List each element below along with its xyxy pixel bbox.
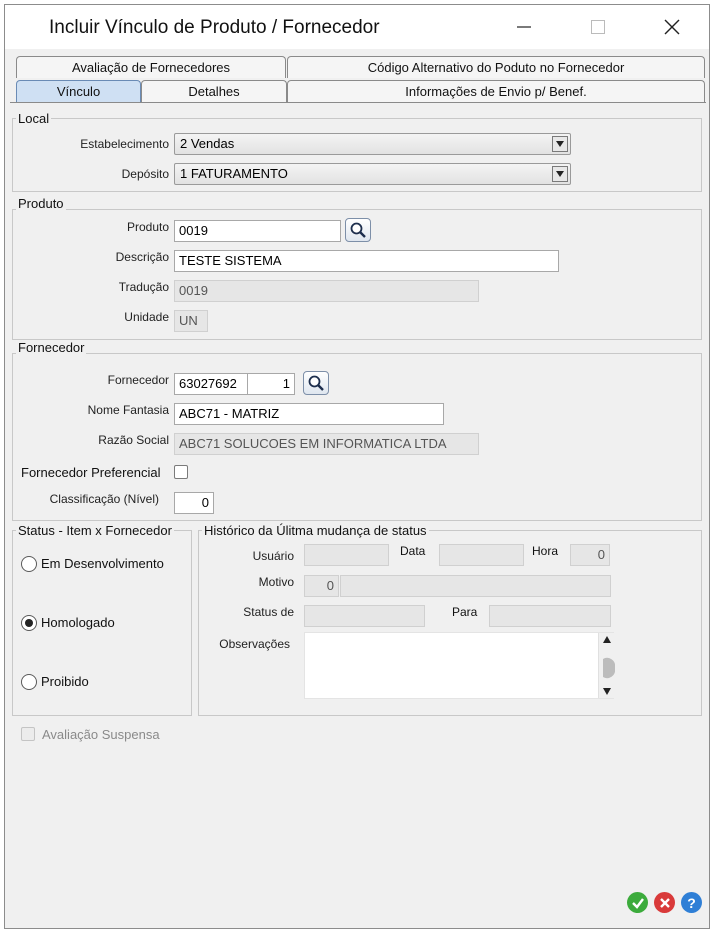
deposito-select[interactable]: 1 FATURAMENTO	[174, 163, 571, 185]
help-button[interactable]: ?	[681, 892, 702, 913]
radio-proibido-label: Proibido	[41, 674, 89, 689]
estabelecimento-value: 2 Vendas	[180, 136, 235, 151]
confirm-button[interactable]	[627, 892, 648, 913]
title-bar: Incluir Vínculo de Produto / Fornecedor	[5, 5, 709, 49]
usuario-label: Usuário	[252, 549, 294, 563]
fornecedor-lookup-button[interactable]	[303, 371, 329, 395]
radio-em-desenvolvimento[interactable]	[21, 556, 37, 572]
unidade-label: Unidade	[124, 310, 169, 324]
fornecedor-preferencial-checkbox[interactable]	[174, 465, 188, 479]
tab-detalhes[interactable]: Detalhes	[141, 80, 287, 102]
radio-homologado[interactable]	[21, 615, 37, 631]
produto-label: Produto	[126, 220, 169, 234]
para-field	[489, 605, 611, 627]
unidade-field: UN	[174, 310, 208, 332]
motivo-label: Motivo	[258, 575, 294, 589]
maximize-icon	[591, 20, 605, 34]
status-de-label: Status de	[243, 605, 294, 619]
deposito-value: 1 FATURAMENTO	[180, 166, 288, 181]
check-icon	[631, 897, 644, 909]
classificacao-input[interactable]: 0	[174, 492, 214, 514]
cancel-icon	[659, 897, 670, 908]
chevron-down-icon[interactable]	[552, 166, 568, 182]
fornecedor-label: Fornecedor	[107, 373, 169, 387]
estabelecimento-select[interactable]: 2 Vendas	[174, 133, 571, 155]
tab-content-vinculo: Local Estabelecimento 2 Vendas Depósito …	[10, 102, 706, 925]
fornecedor-seq-input[interactable]: 1	[247, 373, 295, 395]
observacoes-label: Observações	[219, 637, 290, 651]
data-field	[439, 544, 524, 566]
nome-fantasia-label: Nome Fantasia	[87, 403, 169, 417]
status-group-title: Status - Item x Fornecedor	[16, 523, 174, 538]
motivo-code-field: 0	[304, 575, 339, 597]
radio-proibido[interactable]	[21, 674, 37, 690]
magnifier-icon	[308, 375, 324, 391]
descricao-label: Descrição	[115, 250, 169, 264]
razao-social-label: Razão Social	[98, 433, 169, 447]
hora-label: Hora	[532, 544, 559, 558]
scroll-arrows-icon	[603, 636, 616, 695]
hora-field: 0	[570, 544, 610, 566]
razao-social-field: ABC71 SOLUCOES EM INFORMATICA LTDA	[174, 433, 479, 455]
observacoes-textarea[interactable]	[304, 632, 614, 699]
window-title: Incluir Vínculo de Produto / Fornecedor	[49, 17, 380, 38]
traducao-field: 0019	[174, 280, 479, 302]
chevron-down-icon[interactable]	[552, 136, 568, 152]
maximize-button[interactable]	[575, 9, 621, 45]
tab-informacoes-envio[interactable]: Informações de Envio p/ Benef.	[287, 80, 705, 102]
fornecedor-code-input[interactable]: 63027692	[174, 373, 248, 395]
nome-fantasia-input[interactable]: ABC71 - MATRIZ	[174, 403, 444, 425]
avaliacao-suspensa-checkbox[interactable]	[21, 727, 35, 741]
traducao-label: Tradução	[118, 280, 169, 294]
minimize-button[interactable]	[501, 9, 547, 45]
deposito-label: Depósito	[121, 167, 169, 181]
radio-homologado-label: Homologado	[41, 615, 115, 630]
historico-group-title: Histórico da Úlitma mudança de status	[202, 523, 429, 538]
magnifier-icon	[350, 222, 366, 238]
produto-group-title: Produto	[16, 196, 66, 211]
observacoes-scrollbar[interactable]	[598, 633, 616, 698]
fornecedor-preferencial-label: Fornecedor Preferencial	[21, 465, 161, 480]
tab-vinculo[interactable]: Vínculo	[16, 80, 141, 102]
minimize-icon	[517, 26, 531, 28]
local-group-title: Local	[16, 111, 52, 126]
radio-em-desenvolvimento-label: Em Desenvolvimento	[41, 556, 164, 571]
fornecedor-group-title: Fornecedor	[16, 340, 87, 355]
produto-lookup-button[interactable]	[345, 218, 371, 242]
usuario-field	[304, 544, 389, 566]
descricao-input[interactable]: TESTE SISTEMA	[174, 250, 559, 272]
cancel-button[interactable]	[654, 892, 675, 913]
status-de-field	[304, 605, 425, 627]
close-button[interactable]	[649, 9, 695, 45]
classificacao-label: Classificação (Nível)	[49, 492, 159, 506]
para-label: Para	[452, 605, 478, 619]
motivo-desc-field	[340, 575, 611, 597]
help-icon: ?	[687, 894, 696, 911]
tab-avaliacao-fornecedores[interactable]: Avaliação de Fornecedores	[16, 56, 286, 78]
produto-input[interactable]: 0019	[174, 220, 341, 242]
dialog-window: Incluir Vínculo de Produto / Fornecedor …	[4, 4, 710, 929]
estabelecimento-label: Estabelecimento	[80, 137, 169, 151]
data-label: Data	[400, 544, 426, 558]
tab-codigo-alternativo[interactable]: Código Alternativo do Poduto no Forneced…	[287, 56, 705, 78]
close-icon	[664, 19, 680, 35]
avaliacao-suspensa-label: Avaliação Suspensa	[42, 727, 160, 742]
